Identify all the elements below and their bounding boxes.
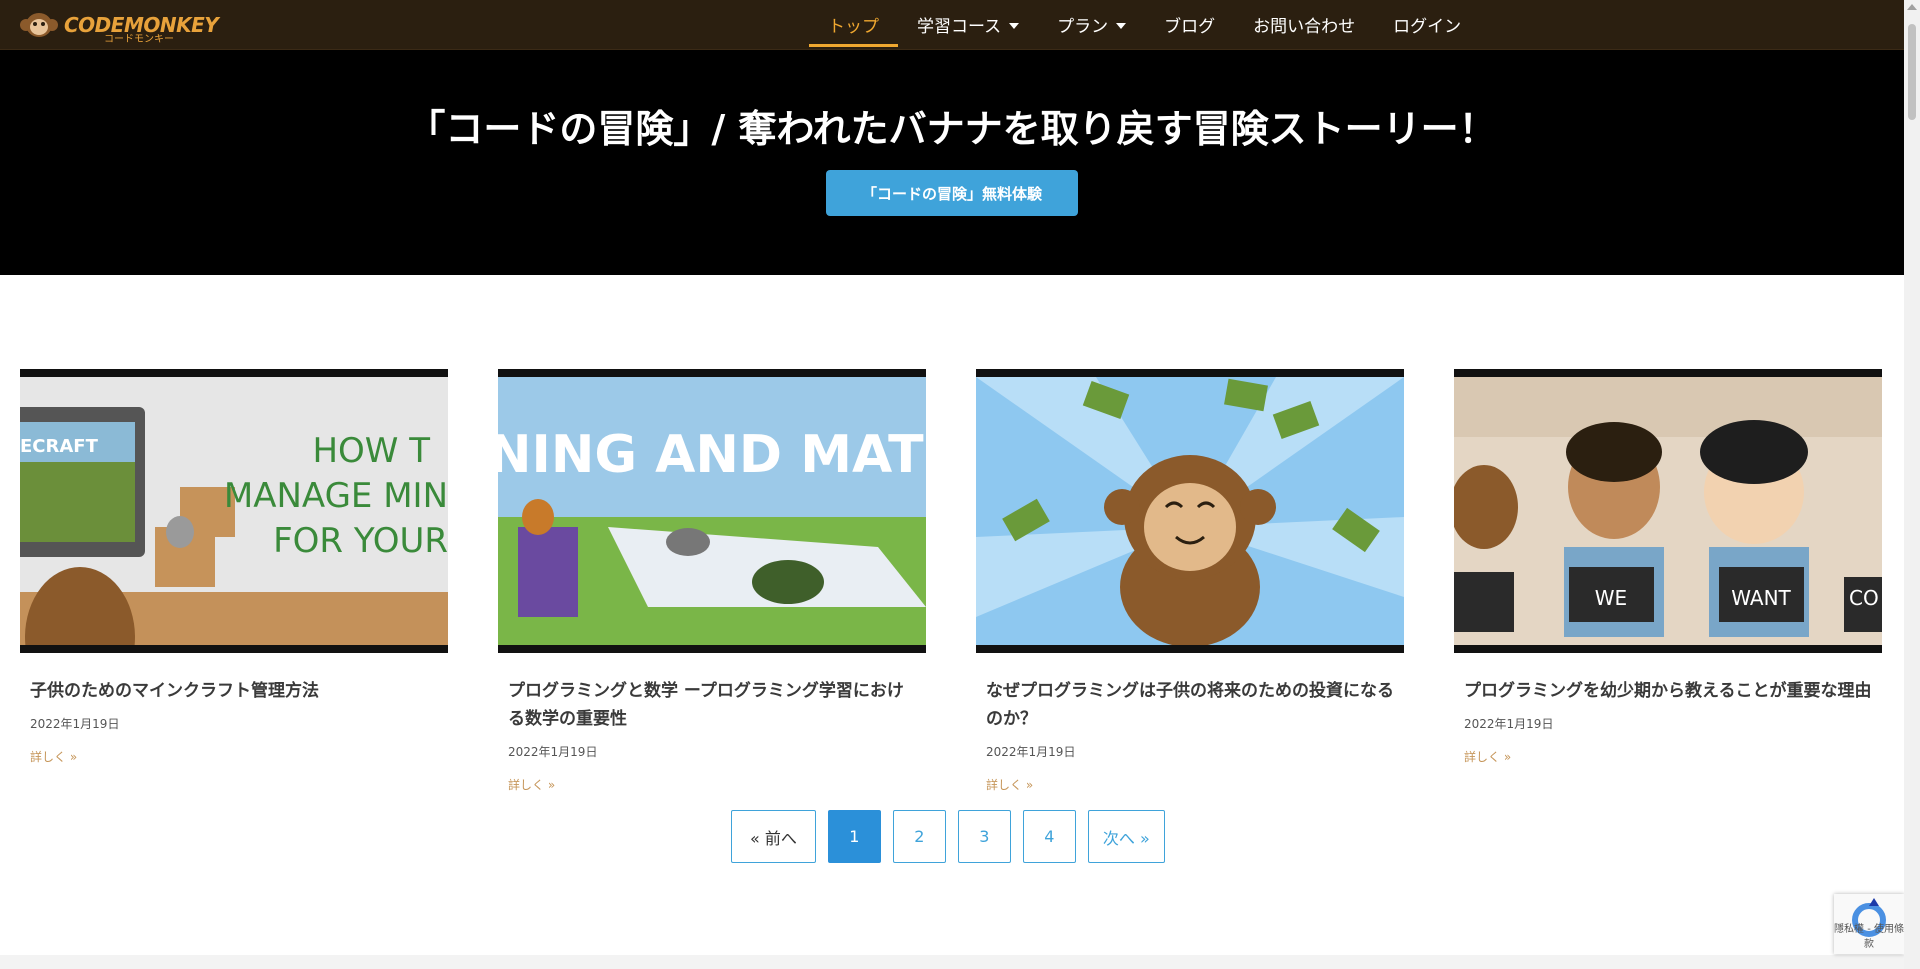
image-line-3: FOR YOUR [273, 521, 448, 561]
post-thumbnail-investment[interactable] [976, 369, 1404, 653]
nav-item-label: ブログ [1164, 17, 1216, 37]
blog-card: なぜプログラミングは子供の将来のための投資になるのか？ 2022年1月19日 詳… [976, 369, 1404, 793]
nav-item-label: トップ [828, 17, 879, 37]
blog-card: WE WANT CO プログラミングを幼少期から教えることが重要な理由 2022… [1454, 369, 1882, 765]
page-scrollbar[interactable] [1904, 0, 1920, 969]
monkey-face-icon [18, 10, 60, 40]
recaptcha-links[interactable]: 隱私權 - 使用條款 [1834, 920, 1904, 950]
logo-subtitle: コードモンキー [104, 34, 174, 45]
sign-text-we: WE [1595, 586, 1627, 610]
main-nav: トップ 学習コース プラン ブログ お問い合わせ ログイン [809, 0, 1480, 49]
nav-item-label: ログイン [1393, 17, 1462, 37]
nav-item-plans[interactable]: プラン [1038, 0, 1145, 49]
post-title[interactable]: プログラミングを幼少期から教えることが重要な理由 [1464, 677, 1872, 705]
post-thumbnail-early-education[interactable]: WE WANT CO [1454, 369, 1882, 653]
blog-card: NING AND MATH プログラミングと数学 ープログラミング学習における数… [498, 369, 926, 793]
read-more-link[interactable]: 詳しく » [986, 776, 1394, 793]
image-badge-text: ECRAFT [20, 436, 99, 457]
nav-item-label: 学習コース [917, 17, 1002, 37]
recaptcha-badge[interactable]: 隱私權 - 使用條款 [1834, 894, 1904, 954]
nav-item-label: プラン [1057, 17, 1109, 37]
post-title[interactable]: 子供のためのマインクラフト管理方法 [30, 677, 438, 705]
blog-card: ECRAFT HOW T MANAGE MIN FOR YOUR 子供のためのマ… [20, 369, 448, 765]
sign-text-want: WANT [1731, 586, 1791, 610]
page-3-button[interactable]: 3 [957, 810, 1011, 863]
scrollbar-thumb[interactable] [1908, 24, 1916, 120]
prev-page-button[interactable]: « 前へ [731, 810, 816, 863]
image-line-2: MANAGE MIN [224, 476, 448, 516]
caret-down-icon [1009, 22, 1020, 29]
post-date: 2022年1月19日 [1464, 717, 1554, 731]
read-more-link[interactable]: 詳しく » [508, 776, 916, 793]
read-more-link[interactable]: 詳しく » [30, 748, 438, 765]
page-2-button[interactable]: 2 [892, 810, 946, 863]
image-title-text: NING AND MATH [498, 425, 926, 485]
scroll-up-arrow-icon[interactable] [1907, 4, 1917, 10]
post-title[interactable]: なぜプログラミングは子供の将来のための投資になるのか？ [986, 677, 1394, 733]
next-page-button[interactable]: 次へ » [1087, 810, 1165, 863]
nav-item-login[interactable]: ログイン [1374, 0, 1480, 49]
post-date: 2022年1月19日 [986, 745, 1076, 759]
sign-text-co: CO [1849, 586, 1879, 610]
hero-banner: 「コードの冒険」/ 奪われたバナナを取り戻す冒険ストーリー！ 「コードの冒険」無… [0, 50, 1904, 275]
pagination: « 前へ 1 2 3 4 次へ » [731, 810, 1177, 863]
post-date: 2022年1月19日 [30, 717, 120, 731]
nav-item-courses[interactable]: 学習コース [898, 0, 1038, 49]
nav-item-contact[interactable]: お問い合わせ [1234, 0, 1374, 49]
caret-down-icon [1116, 22, 1127, 29]
post-date: 2022年1月19日 [508, 745, 598, 759]
image-line-1: HOW T [312, 431, 430, 471]
read-more-link[interactable]: 詳しく » [1464, 748, 1872, 765]
post-title[interactable]: プログラミングと数学 ープログラミング学習における数学の重要性 [508, 677, 916, 733]
page-4-button[interactable]: 4 [1022, 810, 1076, 863]
footer-edge [0, 955, 1904, 969]
hero-wave-divider [0, 245, 1904, 275]
free-trial-button[interactable]: 「コードの冒険」無料体験 [826, 170, 1078, 216]
nav-item-blog[interactable]: ブログ [1145, 0, 1234, 49]
post-thumbnail-math[interactable]: NING AND MATH [498, 369, 926, 653]
top-navbar: CODEMONKEY コードモンキー トップ 学習コース プラン ブログ お問い… [0, 0, 1904, 50]
post-thumbnail-minecraft[interactable]: ECRAFT HOW T MANAGE MIN FOR YOUR [20, 369, 448, 653]
nav-item-top[interactable]: トップ [809, 0, 898, 49]
hero-title: 「コードの冒険」/ 奪われたバナナを取り戻す冒険ストーリー！ [407, 107, 1497, 151]
page-1-button[interactable]: 1 [827, 810, 881, 863]
nav-item-label: お問い合わせ [1253, 17, 1356, 37]
